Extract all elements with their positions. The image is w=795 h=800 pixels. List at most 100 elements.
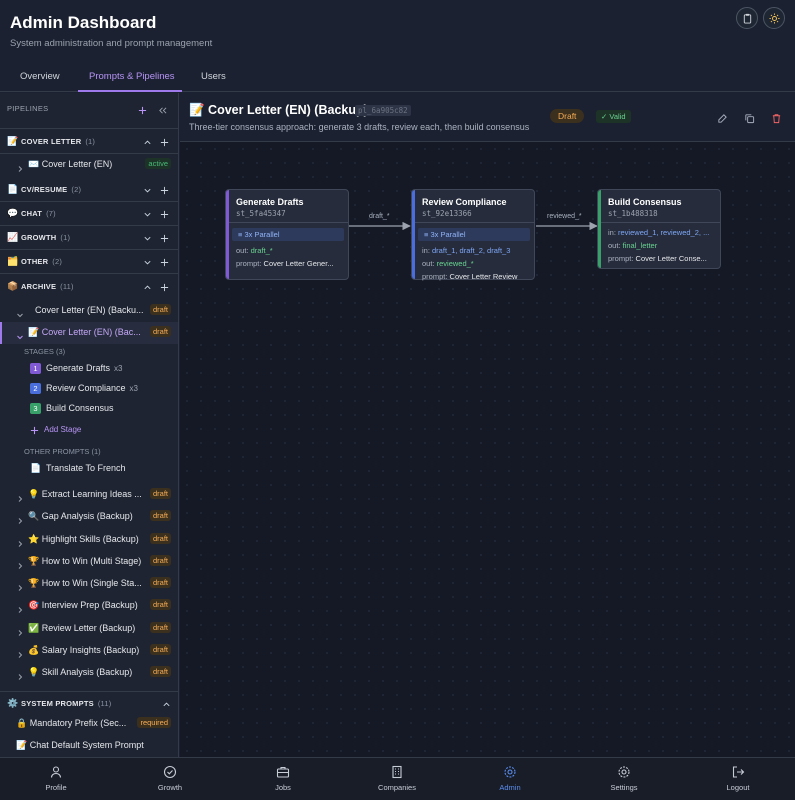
group-archive[interactable]: 📦 ARCHIVE (11) — [0, 275, 178, 299]
nav-logout[interactable]: Logout — [698, 765, 778, 792]
add-to-group-button[interactable] — [158, 208, 170, 220]
collapse-group-button[interactable] — [141, 281, 153, 293]
expand-group-button[interactable] — [141, 184, 153, 196]
stage-number: 1 — [30, 363, 41, 374]
node-id: st_5fa45347 — [236, 209, 286, 218]
group-cv-resume[interactable]: 📄 CV/RESUME (2) — [0, 178, 178, 202]
pipeline-item[interactable]: ✅ Review Letter (Backup) draft — [0, 618, 178, 640]
pipeline-label: ✅ Review Letter (Backup) — [28, 623, 136, 633]
node-accent — [598, 190, 601, 268]
other-prompt-item[interactable]: 📄 Translate To French — [30, 463, 170, 477]
chevrons-left-icon — [158, 106, 166, 114]
building-icon — [392, 765, 402, 779]
add-to-group-button[interactable] — [158, 281, 170, 293]
status-badge: draft — [149, 599, 171, 610]
app-subtitle: System administration and prompt managem… — [10, 38, 213, 49]
collapse-group-button[interactable] — [160, 698, 172, 710]
stage-node-generate-drafts[interactable]: Generate Drafts st_5fa45347 ≡ 3x Paralle… — [225, 189, 349, 280]
pipeline-item[interactable]: 💡 Skill Analysis (Backup) draft — [0, 662, 178, 684]
chevron-down-icon — [143, 236, 151, 240]
pipeline-item[interactable]: ⭐ Highlight Skills (Backup) draft — [0, 529, 178, 551]
plus-icon — [160, 138, 168, 146]
system-prompt-item[interactable]: 🔒 Mandatory Prefix (Sec... required — [0, 713, 178, 735]
pipeline-item-archive[interactable]: Cover Letter (EN) (Backu... draft — [0, 300, 178, 322]
pipeline-canvas[interactable]: draft_* reviewed_* Generate Drafts st_5f… — [180, 142, 795, 757]
status-badge: draft — [149, 304, 171, 315]
chevron-down-icon — [143, 212, 151, 216]
duplicate-button[interactable] — [744, 111, 756, 124]
pipeline-item-cover-letter-en[interactable]: ✉️ Cover Letter (EN) active — [0, 154, 178, 176]
prompt-label: 📝 Chat Default System Prompt — [16, 740, 144, 750]
clipboard-button[interactable] — [736, 7, 758, 29]
group-count: (11) — [60, 282, 74, 291]
collapse-group-button[interactable] — [141, 136, 153, 148]
chevron-down-icon — [16, 306, 24, 318]
expand-group-button[interactable] — [141, 208, 153, 220]
nav-growth[interactable]: Growth — [130, 765, 210, 792]
stage-node-review-compliance[interactable]: Review Compliance st_92e13366 ≡ 3x Paral… — [411, 189, 535, 281]
plus-icon — [160, 234, 168, 242]
group-chat[interactable]: 💬 CHAT (7) — [0, 202, 178, 226]
add-to-group-button[interactable] — [158, 136, 170, 148]
pipeline-label: 💡 Extract Learning Ideas ... — [28, 489, 142, 499]
nav-admin[interactable]: Admin — [470, 765, 550, 792]
user-icon — [50, 766, 62, 778]
check-circle-icon — [163, 765, 177, 779]
add-to-group-button[interactable] — [158, 232, 170, 244]
chevron-down-icon — [16, 328, 24, 340]
status-badge: draft — [149, 488, 171, 499]
nav-settings[interactable]: Settings — [584, 765, 664, 792]
add-pipeline-button[interactable] — [136, 104, 148, 116]
pipeline-item[interactable]: 🏆 How to Win (Multi Stage) draft — [0, 551, 178, 573]
plus-icon — [160, 186, 168, 194]
group-other[interactable]: 🗂️ OTHER (2) — [0, 250, 178, 274]
plus-icon — [138, 106, 146, 114]
edit-button[interactable] — [717, 111, 729, 123]
chevron-up-icon — [162, 702, 170, 706]
collapse-sidebar-button[interactable] — [156, 104, 168, 116]
nav-profile[interactable]: Profile — [16, 765, 96, 792]
node-out-value: draft_* — [250, 246, 273, 255]
node-prompt-value: Cover Letter Gener... — [263, 259, 334, 268]
group-system-prompts[interactable]: ⚙️ SYSTEM PROMPTS (11) — [0, 691, 178, 715]
edge-label: reviewed_* — [547, 213, 582, 220]
status-badge: draft — [149, 326, 171, 337]
pipeline-item[interactable]: 🏆 How to Win (Single Sta... draft — [0, 573, 178, 595]
pipeline-item[interactable]: 🔍 Gap Analysis (Backup) draft — [0, 506, 178, 528]
chevron-up-icon — [143, 285, 151, 289]
nav-label: Profile — [45, 783, 67, 792]
stage-label: Build Consensus — [46, 403, 114, 413]
chevron-right-icon — [16, 490, 24, 502]
group-cover-letter[interactable]: 📝 COVER LETTER (1) — [0, 130, 178, 154]
expand-group-button[interactable] — [141, 256, 153, 268]
group-icon: 🗂️ — [7, 256, 19, 266]
add-to-group-button[interactable] — [158, 256, 170, 268]
status-badge: draft — [149, 510, 171, 521]
pipeline-label: ✉️ Cover Letter (EN) — [28, 159, 113, 169]
pipeline-item-selected[interactable]: 📝 Cover Letter (EN) (Bac... draft — [0, 322, 178, 344]
group-count: (11) — [97, 699, 112, 708]
stage-node-build-consensus[interactable]: Build Consensus st_1b488318 in: reviewed… — [597, 189, 721, 269]
node-in-label: in: — [422, 246, 430, 255]
group-growth[interactable]: 📈 GROWTH (1) — [0, 226, 178, 250]
pipeline-description: Three-tier consensus approach: generate … — [189, 122, 530, 132]
pipeline-item[interactable]: 💡 Extract Learning Ideas ... draft — [0, 484, 178, 506]
pipeline-item[interactable]: 💰 Salary Insights (Backup) draft — [0, 640, 178, 662]
validity-badge: ✓ Valid — [596, 110, 631, 123]
delete-button[interactable] — [771, 111, 783, 124]
tab-users[interactable]: Users — [201, 71, 226, 82]
node-out-label: out: — [608, 241, 621, 250]
tab-prompts-pipelines[interactable]: Prompts & Pipelines — [89, 71, 175, 82]
pipeline-label: 🔍 Gap Analysis (Backup) — [28, 511, 133, 521]
nav-jobs[interactable]: Jobs — [243, 765, 323, 792]
pipeline-item[interactable]: 🎯 Interview Prep (Backup) draft — [0, 595, 178, 617]
nav-companies[interactable]: Companies — [357, 765, 437, 792]
status-badge: required — [137, 717, 171, 728]
expand-group-button[interactable] — [141, 232, 153, 244]
pipeline-label: 📝 Cover Letter (EN) (Bac... — [28, 327, 141, 337]
add-to-group-button[interactable] — [158, 184, 170, 196]
system-prompt-item[interactable]: 📝 Chat Default System Prompt — [0, 735, 178, 757]
theme-toggle-button[interactable] — [763, 7, 785, 29]
edit-icon — [718, 114, 727, 123]
tab-overview[interactable]: Overview — [20, 71, 60, 82]
